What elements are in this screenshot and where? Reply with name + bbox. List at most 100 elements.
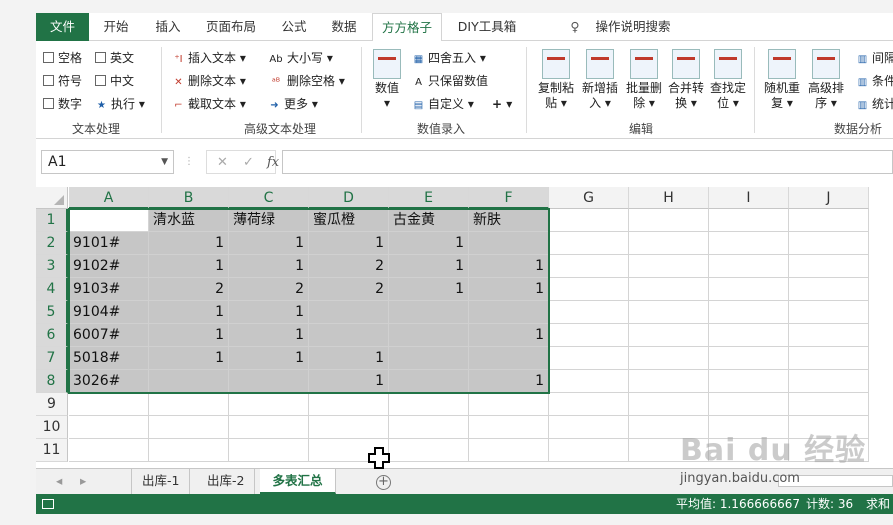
cell-f4[interactable]: 1: [469, 278, 549, 301]
row-header-11[interactable]: 11: [36, 439, 68, 462]
cell-a9[interactable]: [69, 393, 149, 416]
tab-fangfanggezi[interactable]: 方方格子: [372, 13, 442, 42]
cell-f6[interactable]: 1: [469, 324, 549, 347]
cell-c7[interactable]: 1: [229, 347, 309, 370]
delete-text-button[interactable]: ✕ 删除文本 ▾: [172, 72, 246, 90]
condition-button[interactable]: ▥ 条件: [856, 72, 893, 90]
cell-h2[interactable]: [629, 232, 709, 255]
checkbox-digit[interactable]: 数字: [43, 95, 82, 113]
cell-h8[interactable]: [629, 370, 709, 393]
name-box[interactable]: A1 ▼: [41, 150, 174, 174]
interval-button[interactable]: ▥ 间隔: [856, 49, 893, 67]
cell-j2[interactable]: [789, 232, 869, 255]
cell-g5[interactable]: [549, 301, 629, 324]
select-all-button[interactable]: [36, 187, 68, 209]
cell-a3[interactable]: 9102#: [69, 255, 149, 278]
cell-b11[interactable]: [149, 439, 229, 462]
cell-e6[interactable]: [389, 324, 469, 347]
row-header-3[interactable]: 3: [36, 255, 68, 278]
row-header-10[interactable]: 10: [36, 416, 68, 439]
column-header-h[interactable]: H: [629, 187, 709, 209]
cell-a11[interactable]: [69, 439, 149, 462]
column-header-a[interactable]: A: [69, 187, 149, 209]
checkbox-english[interactable]: 英文: [95, 49, 134, 67]
cell-b3[interactable]: 1: [149, 255, 229, 278]
column-header-g[interactable]: G: [549, 187, 629, 209]
cell-a2[interactable]: 9101#: [69, 232, 149, 255]
keep-numeric-button[interactable]: A 只保留数值: [412, 72, 488, 90]
cell-e10[interactable]: [389, 416, 469, 439]
cell-j8[interactable]: [789, 370, 869, 393]
cell-i1[interactable]: [709, 209, 789, 232]
cell-h5[interactable]: [629, 301, 709, 324]
cell-c3[interactable]: 1: [229, 255, 309, 278]
cell-e9[interactable]: [389, 393, 469, 416]
cell-b10[interactable]: [149, 416, 229, 439]
cell-h7[interactable]: [629, 347, 709, 370]
column-header-c[interactable]: C: [229, 187, 309, 209]
cell-d10[interactable]: [309, 416, 389, 439]
row-header-7[interactable]: 7: [36, 347, 68, 370]
cell-h6[interactable]: [629, 324, 709, 347]
row-header-2[interactable]: 2: [36, 232, 68, 255]
column-header-f[interactable]: F: [469, 187, 549, 209]
cell-d5[interactable]: [309, 301, 389, 324]
row-header-9[interactable]: 9: [36, 393, 68, 416]
column-header-b[interactable]: B: [149, 187, 229, 209]
tab-insert[interactable]: 插入: [148, 13, 188, 41]
cell-d2[interactable]: 1: [309, 232, 389, 255]
confirm-icon[interactable]: ✓: [243, 151, 254, 175]
cell-e11[interactable]: [389, 439, 469, 462]
cell-i7[interactable]: [709, 347, 789, 370]
extract-text-button[interactable]: ⌐ 截取文本 ▾: [172, 95, 246, 113]
cell-e7[interactable]: [389, 347, 469, 370]
cell-j3[interactable]: [789, 255, 869, 278]
cell-f10[interactable]: [469, 416, 549, 439]
tab-page-layout[interactable]: 页面布局: [199, 13, 263, 41]
cell-g6[interactable]: [549, 324, 629, 347]
cell-g11[interactable]: [549, 439, 629, 462]
tell-me-search[interactable]: 操作说明搜索: [588, 13, 678, 41]
cell-f8[interactable]: 1: [469, 370, 549, 393]
merge-convert-button[interactable]: 合并转换 ▾: [664, 49, 708, 111]
checkbox-space[interactable]: 空格: [43, 49, 82, 67]
cell-i3[interactable]: [709, 255, 789, 278]
tab-formulas[interactable]: 公式: [274, 13, 314, 41]
copy-paste-button[interactable]: 复制粘贴 ▾: [534, 49, 578, 111]
advanced-sort-button[interactable]: 高级排序 ▾: [804, 49, 848, 111]
cell-h3[interactable]: [629, 255, 709, 278]
cell-d1[interactable]: 蜜瓜橙: [309, 209, 389, 232]
cell-i6[interactable]: [709, 324, 789, 347]
checkbox-symbol[interactable]: 符号: [43, 72, 82, 90]
cell-e5[interactable]: [389, 301, 469, 324]
cell-f7[interactable]: [469, 347, 549, 370]
cell-d6[interactable]: [309, 324, 389, 347]
execute-button[interactable]: ★ 执行 ▾: [95, 95, 145, 113]
cell-b7[interactable]: 1: [149, 347, 229, 370]
new-insert-button[interactable]: 新增插入 ▾: [578, 49, 622, 111]
cell-b5[interactable]: 1: [149, 301, 229, 324]
column-header-i[interactable]: I: [709, 187, 789, 209]
cell-d7[interactable]: 1: [309, 347, 389, 370]
plus-button[interactable]: + ▾: [492, 95, 512, 113]
column-header-e[interactable]: E: [389, 187, 469, 209]
cell-c8[interactable]: [229, 370, 309, 393]
cell-c1[interactable]: 薄荷绿: [229, 209, 309, 232]
cell-e4[interactable]: 1: [389, 278, 469, 301]
checkbox-chinese[interactable]: 中文: [95, 72, 134, 90]
cell-c6[interactable]: 1: [229, 324, 309, 347]
cell-a5[interactable]: 9104#: [69, 301, 149, 324]
cell-d9[interactable]: [309, 393, 389, 416]
row-header-5[interactable]: 5: [36, 301, 68, 324]
add-sheet-button[interactable]: +: [366, 469, 401, 494]
sheet-tab-out-2[interactable]: 出库-2: [197, 469, 256, 494]
cell-f9[interactable]: [469, 393, 549, 416]
cell-d4[interactable]: 2: [309, 278, 389, 301]
cell-a10[interactable]: [69, 416, 149, 439]
cell-a7[interactable]: 5018#: [69, 347, 149, 370]
cell-g4[interactable]: [549, 278, 629, 301]
cell-c10[interactable]: [229, 416, 309, 439]
round-button[interactable]: ▦ 四舍五入 ▾: [412, 49, 486, 67]
cell-c2[interactable]: 1: [229, 232, 309, 255]
column-header-j[interactable]: J: [789, 187, 869, 209]
